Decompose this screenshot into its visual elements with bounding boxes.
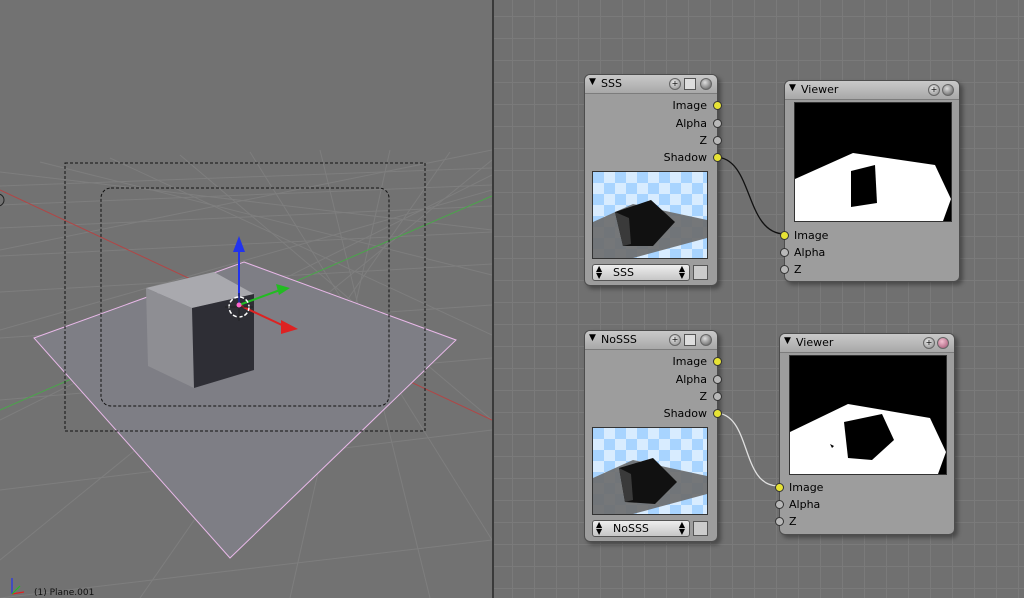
image-icon[interactable]	[693, 521, 708, 536]
plus-icon[interactable]: +	[669, 334, 681, 346]
lamp-icon[interactable]	[0, 193, 5, 207]
node-title: Viewer	[801, 83, 839, 96]
viewport-canvas[interactable]	[0, 0, 492, 598]
output-z: Z	[699, 134, 707, 147]
output-image-socket[interactable]	[713, 101, 722, 110]
input-image: Image	[789, 481, 824, 494]
input-alpha-socket[interactable]	[780, 248, 789, 257]
render-preview	[592, 427, 708, 515]
image-icon[interactable]	[693, 265, 708, 280]
output-z: Z	[699, 390, 707, 403]
output-z-socket[interactable]	[713, 136, 722, 145]
sphere-icon[interactable]	[700, 334, 712, 346]
up-down-icon: ▲ ▼	[596, 520, 603, 536]
input-z-socket[interactable]	[780, 265, 789, 274]
output-alpha-socket[interactable]	[713, 119, 722, 128]
output-shadow: Shadow	[663, 151, 707, 164]
render-preview	[592, 171, 708, 259]
node-header[interactable]: ▼ Viewer +	[780, 334, 954, 353]
input-image-socket[interactable]	[780, 231, 789, 240]
triangle-down-icon[interactable]: ▼	[784, 336, 791, 346]
output-alpha: Alpha	[675, 117, 707, 130]
input-z: Z	[789, 515, 797, 528]
viewer-preview	[794, 102, 952, 222]
scene-selector-value: SSS	[613, 266, 634, 279]
viewer-node-2[interactable]: ▼ Viewer + Image Alpha Z	[775, 333, 955, 535]
input-image-socket[interactable]	[775, 483, 784, 492]
triangle-down-icon[interactable]: ▼	[589, 77, 596, 87]
scene-selector-value: NoSSS	[613, 522, 649, 535]
viewer-preview	[789, 355, 947, 475]
sphere-icon[interactable]	[700, 78, 712, 90]
plus-icon[interactable]: +	[928, 84, 940, 96]
input-alpha: Alpha	[789, 498, 821, 511]
node-header[interactable]: ▼ NoSSS +	[585, 331, 717, 350]
plus-icon[interactable]: +	[923, 337, 935, 349]
triangle-down-icon[interactable]: ▼	[589, 333, 596, 343]
scene-selector[interactable]: ▲ ▼ SSS ▲ ▼	[592, 264, 690, 281]
3d-viewport[interactable]: (1) Plane.001	[0, 0, 492, 598]
sphere-icon[interactable]	[937, 337, 949, 349]
render-layers-node-sss[interactable]: ▼ SSS + Image Alpha Z Shadow ▲ ▼ SSS ▲ ▼	[584, 74, 722, 286]
node-title: SSS	[601, 77, 622, 90]
active-object-label: (1) Plane.001	[34, 588, 95, 598]
sphere-icon[interactable]	[942, 84, 954, 96]
plus-icon[interactable]: +	[669, 78, 681, 90]
scene-selector[interactable]: ▲ ▼ NoSSS ▲ ▼	[592, 520, 690, 537]
node-title: Viewer	[796, 336, 834, 349]
output-image: Image	[672, 355, 707, 368]
object-origin	[236, 302, 242, 308]
output-z-socket[interactable]	[713, 392, 722, 401]
node-title: NoSSS	[601, 333, 637, 346]
link-nosss-shadow-to-viewer	[714, 412, 779, 487]
output-shadow-socket[interactable]	[713, 153, 722, 162]
hamburger-icon[interactable]	[684, 334, 696, 346]
link-sss-shadow-to-viewer	[714, 156, 786, 235]
node-header[interactable]: ▼ Viewer +	[785, 81, 959, 100]
node-editor[interactable]: ▼ SSS + Image Alpha Z Shadow ▲▼ SSS ▲▼	[494, 0, 1024, 598]
output-shadow-socket[interactable]	[713, 409, 722, 418]
node-header[interactable]: ▼ SSS +	[585, 75, 717, 94]
input-image: Image	[794, 229, 829, 242]
input-z: Z	[794, 263, 802, 276]
up-down-icon: ▲ ▼	[678, 520, 685, 536]
output-shadow: Shadow	[663, 407, 707, 420]
input-alpha: Alpha	[794, 246, 826, 259]
triangle-down-icon[interactable]: ▼	[789, 83, 796, 93]
viewer-node-1[interactable]: ▼ Viewer + Image Alpha Z	[780, 80, 960, 282]
output-image: Image	[672, 99, 707, 112]
input-z-socket[interactable]	[775, 517, 784, 526]
output-alpha-socket[interactable]	[713, 375, 722, 384]
output-alpha: Alpha	[675, 373, 707, 386]
output-image-socket[interactable]	[713, 357, 722, 366]
up-down-icon: ▲ ▼	[596, 264, 603, 280]
hamburger-icon[interactable]	[684, 78, 696, 90]
input-alpha-socket[interactable]	[775, 500, 784, 509]
render-layers-node-nosss[interactable]: ▼ NoSSS + Image Alpha Z Shadow ▲ ▼ NoSSS …	[584, 330, 722, 542]
up-down-icon: ▲ ▼	[678, 264, 685, 280]
